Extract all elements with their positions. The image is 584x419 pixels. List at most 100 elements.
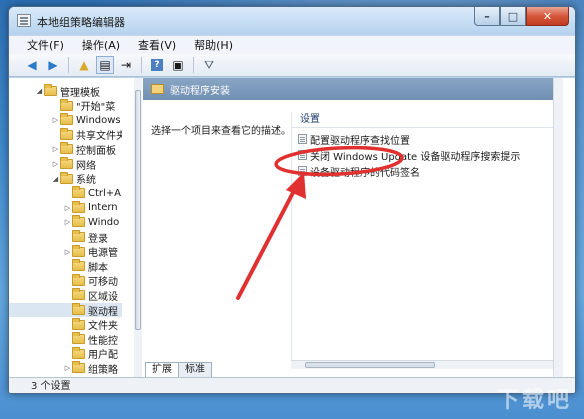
- folder-icon: [60, 142, 73, 155]
- tree-item-label: 系统: [76, 175, 96, 186]
- settings-list: 设置 配置驱动程序查找位置 关闭 Windows Update 设备驱动程序搜索…: [291, 112, 553, 360]
- title-bar[interactable]: 本地组策略编辑器 – □ ✕: [9, 7, 575, 35]
- expand-toggle-icon[interactable]: ▷: [51, 160, 60, 168]
- tree-item[interactable]: 区域设: [9, 288, 122, 302]
- setting-label: 配置驱动程序查找位置: [310, 135, 410, 147]
- expand-toggle-icon[interactable]: ▷: [63, 218, 72, 226]
- folder-icon: [60, 98, 73, 111]
- folder-icon: [72, 273, 85, 286]
- horizontal-scroll-thumb[interactable]: [305, 362, 435, 368]
- folder-icon: [72, 244, 85, 257]
- tree-item[interactable]: ▷ 组策略: [9, 361, 122, 375]
- view-tabs: 扩展 标准: [145, 362, 212, 377]
- menu-bar: 文件(F) 操作(A) 查看(V) 帮助(H): [9, 35, 575, 54]
- show-hide-tree-icon[interactable]: ▤: [96, 56, 114, 74]
- tree-item-label: 组策略: [88, 364, 118, 376]
- caption-buttons: – □ ✕: [474, 7, 569, 27]
- tree-item-label: 电源管: [88, 248, 118, 259]
- minimize-button[interactable]: –: [474, 7, 500, 26]
- back-arrow-icon[interactable]: ◀: [23, 56, 41, 74]
- tree-scrollbar[interactable]: [134, 78, 142, 377]
- tree-item[interactable]: 可移动: [9, 273, 122, 288]
- menu-help[interactable]: 帮助(H): [194, 37, 233, 53]
- help-button[interactable]: ?: [148, 56, 166, 74]
- folder-icon: [72, 317, 85, 330]
- tree-item-label: 性能控: [88, 335, 118, 347]
- folder-icon: [72, 346, 85, 359]
- folder-icon: [72, 303, 85, 315]
- tree-item-label: 网络: [76, 160, 96, 172]
- tree-item-label: Windo: [88, 216, 120, 228]
- properties-icon[interactable]: ▣: [169, 56, 187, 74]
- tree-item[interactable]: 共享文件夹: [9, 127, 122, 142]
- tree-item[interactable]: 登录: [9, 230, 122, 244]
- expand-toggle-icon[interactable]: ▷: [63, 204, 72, 212]
- close-button[interactable]: ✕: [526, 7, 569, 26]
- tree-item[interactable]: ◢ 系统: [9, 171, 122, 186]
- details-pane: 驱动程序安装 选择一个项目来查看它的描述。 设置 配置驱动程序查找位置 关闭 W…: [143, 78, 553, 377]
- menu-view[interactable]: 查看(V): [138, 37, 176, 53]
- expand-toggle-icon[interactable]: ▷: [63, 248, 72, 256]
- maximize-button[interactable]: □: [500, 7, 526, 26]
- setting-row[interactable]: 配置驱动程序查找位置: [298, 132, 410, 147]
- policy-editor-window: 本地组策略编辑器 – □ ✕ 文件(F) 操作(A) 查看(V) 帮助(H) ◀…: [8, 6, 576, 394]
- tree-item-label: 脚本: [88, 262, 108, 274]
- tree-item-label: Windows: [76, 114, 121, 126]
- tree-item[interactable]: ◢ 管理模板: [9, 84, 122, 98]
- folder-icon: [72, 215, 85, 228]
- tree-item[interactable]: ▷ 网络: [9, 157, 122, 171]
- folder-icon: [72, 186, 85, 199]
- folder-icon: [60, 171, 73, 184]
- filter-icon[interactable]: ⛛: [200, 56, 218, 74]
- tree-item[interactable]: Ctrl+A: [9, 186, 122, 200]
- tree-item[interactable]: 性能控: [9, 332, 122, 346]
- tree-item-label: 控制面板: [76, 145, 116, 157]
- tree-item[interactable]: 文件夹: [9, 317, 122, 332]
- tree-item-label: 驱动程: [88, 306, 118, 318]
- expand-toggle-icon[interactable]: ◢: [51, 175, 60, 183]
- policy-setting-icon: [298, 134, 307, 144]
- tab-extended[interactable]: 扩展: [145, 362, 179, 377]
- folder-icon: [72, 230, 85, 242]
- column-header-setting[interactable]: 设置: [292, 112, 553, 128]
- export-list-icon[interactable]: ⇥: [117, 56, 135, 74]
- horizontal-scrollbar[interactable]: [291, 360, 553, 369]
- tree-item-label: 可移动: [88, 277, 118, 288]
- tree-item[interactable]: ▷ Windows: [9, 113, 122, 127]
- vertical-scrollbar[interactable]: [553, 78, 563, 377]
- tree-item[interactable]: 驱动程: [9, 303, 122, 317]
- toolbar-divider: [193, 57, 194, 73]
- tree-item[interactable]: "开始"菜: [9, 98, 122, 113]
- expand-toggle-icon[interactable]: ◢: [35, 87, 44, 95]
- tab-standard[interactable]: 标准: [178, 362, 212, 377]
- expand-toggle-icon[interactable]: ▷: [51, 145, 60, 153]
- details-header: 驱动程序安装: [143, 78, 553, 100]
- watermark-logo: 下载吧: [496, 388, 572, 413]
- folder-icon: [60, 113, 73, 126]
- navigation-tree: ◢ 管理模板 "开始"菜 ▷ Windows 共享文件夹 ▷ 控制面板 ▷ 网络 ◢ 系统 Ctrl+A…: [9, 78, 142, 377]
- details-header-title: 驱动程序安装: [170, 85, 230, 97]
- menu-action[interactable]: 操作(A): [82, 37, 120, 53]
- expand-toggle-icon[interactable]: ▷: [63, 364, 72, 372]
- tree-item[interactable]: 用户配: [9, 346, 122, 361]
- toolbar-divider: [141, 57, 142, 73]
- up-folder-icon[interactable]: ▲: [75, 56, 93, 74]
- setting-row[interactable]: 设备驱动程序的代码签名: [298, 164, 420, 179]
- setting-row[interactable]: 关闭 Windows Update 设备驱动程序搜索提示: [298, 148, 520, 163]
- folder-icon: [72, 259, 85, 272]
- toolbar: ◀ ▶ ▲ ▤ ⇥ ? ▣ ⛛: [9, 54, 575, 77]
- expand-toggle-icon[interactable]: ▷: [51, 116, 60, 124]
- description-text: 选择一个项目来查看它的描述。: [151, 126, 291, 137]
- help-icon: ?: [151, 59, 163, 71]
- tree-item[interactable]: ▷ 控制面板: [9, 142, 122, 156]
- tree-item-label: 区域设: [88, 291, 118, 303]
- toolbar-divider: [68, 57, 69, 73]
- tree-item[interactable]: ▷ 电源管: [9, 244, 122, 259]
- menu-file[interactable]: 文件(F): [27, 37, 64, 53]
- tree-item[interactable]: ▷ Intern: [9, 200, 122, 215]
- tree-item-label: 管理模板: [60, 87, 100, 99]
- tree-item[interactable]: ▷ Windo: [9, 215, 122, 229]
- tree-item[interactable]: 脚本: [9, 259, 122, 273]
- tree-scroll-thumb[interactable]: [135, 90, 141, 330]
- forward-arrow-icon[interactable]: ▶: [44, 56, 62, 74]
